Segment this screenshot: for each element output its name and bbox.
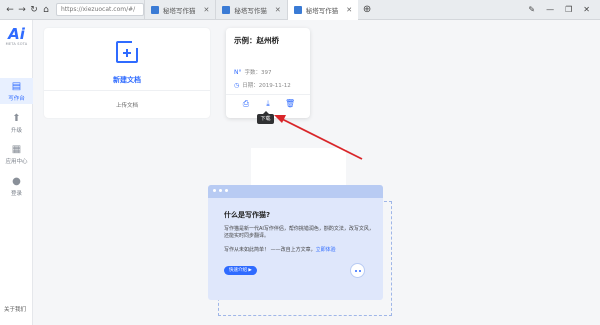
- favicon-icon: [151, 5, 159, 14]
- forward-icon[interactable]: →: [16, 3, 28, 17]
- tab-label: 秘塔写作猫: [163, 6, 196, 15]
- favicon-icon: [293, 5, 302, 14]
- quick-intro-button[interactable]: 快速介绍 ▶: [224, 266, 257, 275]
- download-icon[interactable]: ⤓: [263, 99, 273, 109]
- new-tab-icon[interactable]: ⊕: [360, 4, 374, 15]
- restore-icon[interactable]: ❐: [565, 5, 572, 14]
- intro-heading: 什么是写作猫?: [224, 211, 271, 219]
- word-count-icon: N°: [234, 68, 242, 76]
- new-document-card[interactable]: 新建文档 上传文档: [44, 28, 210, 118]
- document-card[interactable]: 示例：赵州桥 N° 字数：397 ◷ 日期：2019-11-12 ⎙ ⤓ 🗑: [226, 28, 310, 118]
- intro-panel: 什么是写作猫? 写作猫是新一代AI写作伴侣，帮你挑错润色，斟酌文法，改写文风，还…: [208, 185, 383, 300]
- sidebar-item-app-center[interactable]: ▦ 应用中心: [0, 144, 33, 168]
- clock-icon: ◷: [234, 81, 240, 89]
- intro-cta-text: 写作从未如此简单！ ——改自上方文章，: [224, 247, 316, 253]
- upload-document-button[interactable]: 上传文档: [44, 101, 210, 109]
- minimize-icon[interactable]: —: [546, 5, 554, 14]
- download-tooltip: 下载: [257, 111, 274, 124]
- document-actions: ⎙ ⤓ 🗑: [226, 94, 310, 108]
- browser-toolbar: ← → ↻ ⌂ https://xiezuocat.com/#/ 秘塔写作猫 ✕…: [0, 0, 600, 20]
- reload-icon[interactable]: ↻: [28, 3, 40, 17]
- delete-icon[interactable]: 🗑: [285, 99, 295, 109]
- print-icon[interactable]: ⎙: [241, 99, 251, 109]
- document-date-text: 日期：2019-11-12: [242, 83, 291, 89]
- sidebar-item-label: 升级: [10, 128, 22, 134]
- try-now-link[interactable]: 立即体验: [316, 247, 336, 253]
- favicon-icon: [222, 5, 231, 14]
- intro-title-bar: [208, 185, 383, 198]
- sidebar: Ai META SOTA ▤ 写作台 ⬆ 升级 ▦ 应用中心 ● 登录 关于我们: [0, 20, 33, 325]
- robot-mascot-icon: [350, 263, 365, 278]
- word-count-text: 字数：397: [244, 70, 272, 76]
- add-document-icon: [116, 41, 138, 63]
- browser-tab-3[interactable]: 秘塔写作猫 ✕: [286, 0, 359, 20]
- document-title: 示例：赵州桥: [234, 36, 279, 45]
- logo[interactable]: Ai META SOTA: [5, 26, 28, 46]
- address-bar[interactable]: https://xiezuocat.com/#/: [56, 3, 144, 16]
- sidebar-item-label: 应用中心: [5, 159, 28, 165]
- intro-description: 写作猫是新一代AI写作伴侣，帮你挑错润色，斟酌文法，改写文风，还能实时同步翻译。: [224, 226, 374, 239]
- document-date: ◷ 日期：2019-11-12: [234, 81, 291, 90]
- sidebar-item-upgrade[interactable]: ⬆ 升级: [0, 113, 33, 137]
- sidebar-item-label: 登录: [10, 191, 22, 197]
- sidebar-item-label: 写作台: [8, 96, 25, 102]
- divider: [44, 90, 210, 91]
- sidebar-item-workspace[interactable]: ▤ 写作台: [0, 78, 33, 104]
- close-icon[interactable]: ✕: [204, 6, 210, 14]
- user-icon: ●: [12, 176, 21, 187]
- new-document-label[interactable]: 新建文档: [44, 75, 210, 85]
- grid-icon: ▦: [11, 144, 22, 155]
- blank-area: [251, 148, 346, 188]
- browser-tab-1[interactable]: 秘塔写作猫 ✕: [144, 0, 215, 20]
- about-link[interactable]: 关于我们: [4, 305, 26, 313]
- close-icon[interactable]: ✕: [346, 6, 352, 14]
- tab-label: 秘塔写作猫: [305, 6, 339, 15]
- logo-icon: Ai: [8, 25, 25, 43]
- arrow-up-icon: ⬆: [12, 113, 21, 124]
- pin-icon[interactable]: ✎: [528, 5, 535, 14]
- intro-cta-line: 写作从未如此简单！ ——改自上方文章，立即体验: [224, 247, 374, 254]
- document-icon: ▤: [11, 81, 22, 92]
- main-area: 新建文档 上传文档 示例：赵州桥 N° 字数：397 ◷ 日期：2019-11-…: [34, 20, 600, 325]
- close-icon[interactable]: ✕: [275, 6, 281, 14]
- logo-subtitle: META SOTA: [5, 42, 28, 46]
- window-controls: ✎ — ❐ ✕: [528, 5, 600, 14]
- window-close-icon[interactable]: ✕: [583, 5, 590, 14]
- word-count: N° 字数：397: [234, 68, 272, 77]
- sidebar-item-login[interactable]: ● 登录: [0, 176, 33, 200]
- back-icon[interactable]: ←: [4, 3, 16, 17]
- window-dots-icon: [213, 189, 228, 192]
- browser-tab-2[interactable]: 秘塔写作猫 ✕: [215, 0, 286, 20]
- tab-label: 秘塔写作猫: [234, 6, 267, 15]
- home-icon[interactable]: ⌂: [40, 3, 52, 17]
